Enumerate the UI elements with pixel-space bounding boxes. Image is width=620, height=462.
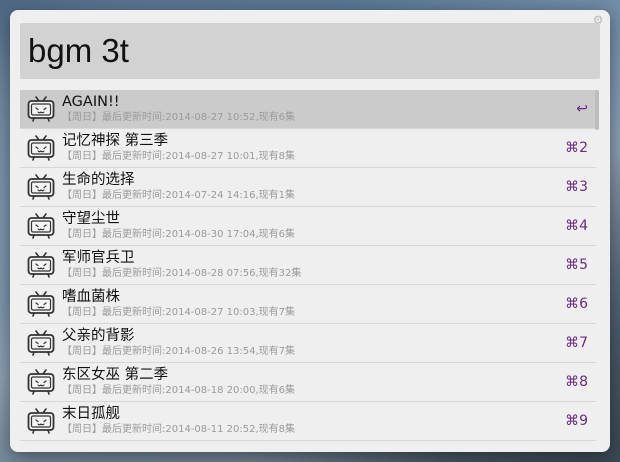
result-row[interactable]: 东区女巫 第二季【周日】最后更新时间:2014-08-18 20:00,现有6集… bbox=[20, 363, 596, 402]
result-title: 生命的选择 bbox=[62, 172, 135, 188]
tv-icon bbox=[27, 174, 55, 200]
command-shortcut: ⌘5 bbox=[565, 257, 588, 273]
command-shortcut: ⌘3 bbox=[565, 179, 588, 195]
command-shortcut: ⌘7 bbox=[565, 335, 588, 351]
tv-icon bbox=[27, 252, 55, 278]
tv-icon bbox=[27, 408, 55, 434]
tv-icon bbox=[27, 213, 55, 239]
tv-icon bbox=[27, 330, 55, 356]
result-row[interactable]: 军师官兵卫【周日】最后更新时间:2014-08-28 07:56,现有32集 ⌘5 bbox=[20, 246, 596, 285]
result-subtitle: 【周日】最后更新时间:2014-08-27 10:52,现有6集 bbox=[62, 112, 296, 123]
result-row[interactable]: 父亲的背影【周日】最后更新时间:2014-08-26 13:54,现有7集 ⌘7 bbox=[20, 324, 596, 363]
result-row[interactable]: 记忆神探 第三季【周日】最后更新时间:2014-08-27 10:01,现有8集… bbox=[20, 129, 596, 168]
result-subtitle: 【周日】最后更新时间:2014-08-11 20:52,现有8集 bbox=[62, 424, 296, 435]
result-subtitle: 【周日】最后更新时间:2014-08-27 10:03,现有7集 bbox=[62, 307, 296, 318]
result-title: 守望尘世 bbox=[62, 211, 120, 227]
result-subtitle: 【周日】最后更新时间:2014-08-26 13:54,现有7集 bbox=[62, 346, 296, 357]
enter-shortcut: ↩ bbox=[576, 101, 588, 117]
result-subtitle: 【周日】最后更新时间:2014-08-30 17:04,现有6集 bbox=[62, 229, 296, 240]
result-title: 记忆神探 第三季 bbox=[62, 133, 169, 149]
result-title: 末日孤舰 bbox=[62, 406, 120, 422]
result-subtitle: 【周日】最后更新时间:2014-08-27 10:01,现有8集 bbox=[62, 151, 296, 162]
command-shortcut: ⌘8 bbox=[565, 374, 588, 390]
result-subtitle: 【周日】最后更新时间:2014-08-28 07:56,现有32集 bbox=[62, 268, 302, 279]
command-shortcut: ⌘4 bbox=[565, 218, 588, 234]
scrollbar[interactable] bbox=[595, 90, 599, 130]
result-row[interactable]: AGAIN!! 【周日】最后更新时间:2014-08-27 10:52,现有6集 ↩ bbox=[20, 90, 596, 129]
result-row[interactable]: 生命的选择【周日】最后更新时间:2014-07-24 14:16,现有1集 ⌘3 bbox=[20, 168, 596, 207]
result-row[interactable]: 嗜血菌株【周日】最后更新时间:2014-08-27 10:03,现有7集 ⌘6 bbox=[20, 285, 596, 324]
tv-icon bbox=[27, 96, 55, 122]
result-title: 父亲的背影 bbox=[62, 328, 135, 344]
result-title: 军师官兵卫 bbox=[62, 250, 135, 266]
results-list: AGAIN!! 【周日】最后更新时间:2014-08-27 10:52,现有6集 ↩… bbox=[20, 90, 596, 441]
result-title: AGAIN!! bbox=[62, 94, 120, 110]
search-query: bgm 3t bbox=[28, 32, 129, 69]
result-row[interactable]: 末日孤舰【周日】最后更新时间:2014-08-11 20:52,现有8集 ⌘9 bbox=[20, 402, 596, 441]
tv-icon bbox=[27, 369, 55, 395]
command-shortcut: ⌘6 bbox=[565, 296, 588, 312]
result-row[interactable]: 守望尘世【周日】最后更新时间:2014-08-30 17:04,现有6集 ⌘4 bbox=[20, 207, 596, 246]
result-title: 东区女巫 第二季 bbox=[62, 367, 169, 383]
tv-icon bbox=[27, 135, 55, 161]
result-title: 嗜血菌株 bbox=[62, 289, 120, 305]
result-subtitle: 【周日】最后更新时间:2014-07-24 14:16,现有1集 bbox=[62, 190, 296, 201]
tv-icon bbox=[27, 291, 55, 317]
search-input[interactable]: bgm 3t bbox=[20, 23, 600, 79]
command-shortcut: ⌘9 bbox=[565, 413, 588, 429]
result-subtitle: 【周日】最后更新时间:2014-08-18 20:00,现有6集 bbox=[62, 385, 296, 396]
command-shortcut: ⌘2 bbox=[565, 140, 588, 156]
